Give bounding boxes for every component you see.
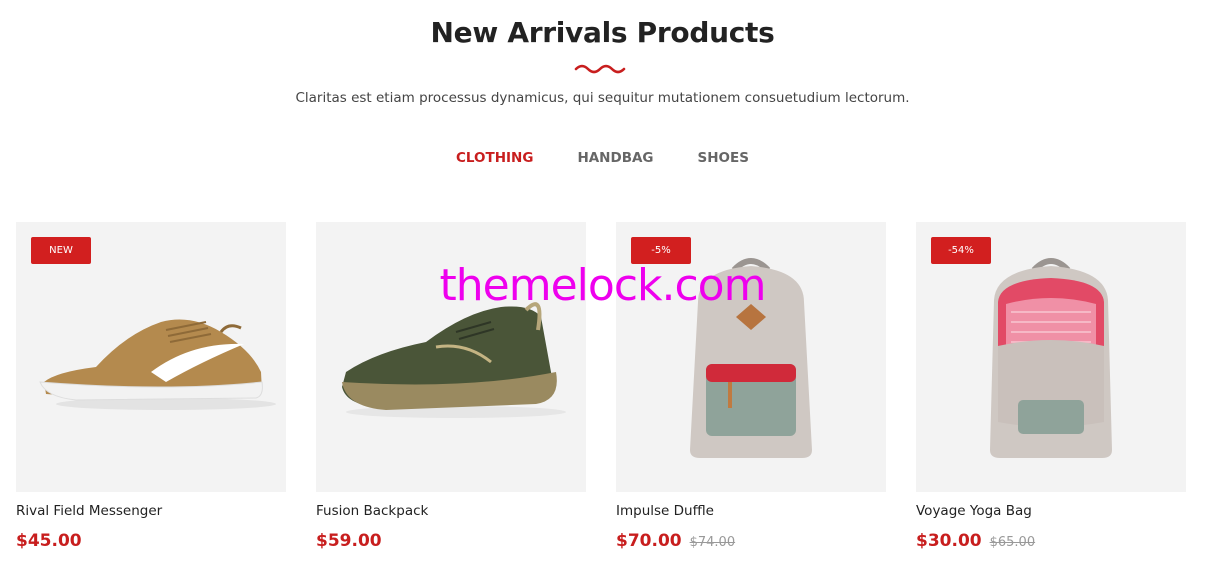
product-name[interactable]: Impulse Duffle bbox=[616, 503, 714, 519]
product-image[interactable] bbox=[316, 222, 586, 492]
product-old-price: $74.00 bbox=[689, 535, 736, 550]
category-tabs: CLOTHING HANDBAG SHOES bbox=[0, 150, 1205, 166]
product-name[interactable]: Rival Field Messenger bbox=[16, 503, 162, 519]
product-old-price: $65.00 bbox=[989, 535, 1036, 550]
badge-new: NEW bbox=[31, 237, 91, 264]
section-subtitle: Claritas est etiam processus dynamicus, … bbox=[295, 90, 910, 106]
product-price: $30.00 bbox=[916, 531, 982, 551]
price-row: $59.00 bbox=[316, 531, 382, 551]
product-image[interactable]: -54% bbox=[916, 222, 1186, 492]
badge-discount: -5% bbox=[631, 237, 691, 264]
tab-handbag[interactable]: HANDBAG bbox=[555, 150, 675, 166]
product-price: $59.00 bbox=[316, 531, 382, 551]
product-card: -5% Impulse Duffle $70.00 $74.00 bbox=[616, 222, 886, 562]
product-card: NEW Rival Field Messenger $45.00 bbox=[16, 222, 286, 562]
product-card: Fusion Backpack $59.00 bbox=[316, 222, 586, 562]
section-title: New Arrivals Products bbox=[430, 16, 775, 49]
product-card: -54% Voyage Yoga Bag $30.00 $65.00 bbox=[916, 222, 1186, 562]
tab-shoes[interactable]: SHOES bbox=[676, 150, 771, 166]
squiggle-divider-icon bbox=[574, 64, 626, 74]
price-row: $30.00 $65.00 bbox=[916, 531, 1035, 551]
product-price: $70.00 bbox=[616, 531, 682, 551]
product-image[interactable]: -5% bbox=[616, 222, 886, 492]
badge-discount: -54% bbox=[931, 237, 991, 264]
tab-clothing[interactable]: CLOTHING bbox=[434, 150, 555, 166]
product-name[interactable]: Voyage Yoga Bag bbox=[916, 503, 1032, 519]
price-row: $45.00 bbox=[16, 531, 82, 551]
product-image[interactable]: NEW bbox=[16, 222, 286, 492]
product-name[interactable]: Fusion Backpack bbox=[316, 503, 428, 519]
product-price: $45.00 bbox=[16, 531, 82, 551]
olive-running-shoe-icon bbox=[342, 302, 566, 418]
price-row: $70.00 $74.00 bbox=[616, 531, 735, 551]
